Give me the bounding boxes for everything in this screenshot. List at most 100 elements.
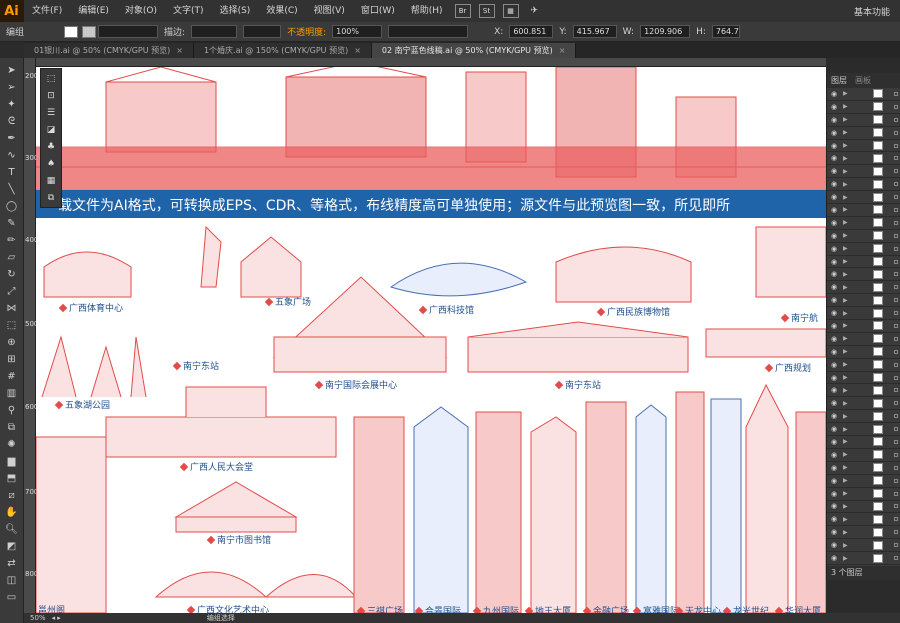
expand-arrow-icon[interactable]: ▶	[843, 503, 848, 510]
target-icon[interactable]	[894, 272, 898, 277]
expand-arrow-icon[interactable]: ▶	[843, 232, 848, 239]
ellipse-tool-icon[interactable]: ◯	[4, 199, 20, 214]
visibility-eye-icon[interactable]: ◉	[831, 425, 840, 433]
expand-arrow-icon[interactable]: ▶	[843, 529, 848, 536]
visibility-eye-icon[interactable]: ◉	[831, 528, 840, 536]
brush-dropdown[interactable]	[98, 25, 159, 38]
expand-arrow-icon[interactable]: ▶	[843, 335, 848, 342]
expand-arrow-icon[interactable]: ▶	[843, 464, 848, 471]
line-tool-icon[interactable]: ╲	[4, 182, 20, 197]
magic-wand-icon[interactable]: ✦	[4, 97, 20, 112]
target-icon[interactable]	[894, 298, 898, 303]
layer-row[interactable]: ◉ ▶	[827, 501, 900, 514]
eyedropper-icon[interactable]: ⚲	[4, 403, 20, 418]
layers-icon[interactable]: ⧉	[43, 191, 59, 205]
expand-arrow-icon[interactable]: ▶	[843, 361, 848, 368]
layer-row[interactable]: ◉ ▶	[827, 372, 900, 385]
target-icon[interactable]	[894, 414, 898, 419]
expand-arrow-icon[interactable]: ▶	[843, 374, 848, 381]
visibility-eye-icon[interactable]: ◉	[831, 386, 840, 394]
target-icon[interactable]	[894, 375, 898, 380]
visibility-eye-icon[interactable]: ◉	[831, 438, 840, 446]
menu-edit[interactable]: 编辑(E)	[70, 0, 117, 22]
layer-row[interactable]: ◉ ▶	[827, 152, 900, 166]
expand-arrow-icon[interactable]: ▶	[843, 284, 848, 291]
layer-row[interactable]: ◉ ▶	[827, 397, 900, 411]
visibility-eye-icon[interactable]: ◉	[831, 116, 840, 124]
expand-arrow-icon[interactable]: ▶	[843, 194, 848, 201]
curvature-icon[interactable]: ∿	[4, 148, 20, 163]
tab-doc-3[interactable]: 02 南宁蓝色线稿.ai @ 50% (CMYK/GPU 预览) ×	[371, 43, 577, 58]
layer-row[interactable]: ◉ ▶	[827, 230, 900, 243]
layer-row[interactable]: ◉ ▶	[827, 513, 900, 527]
x-input[interactable]: 600.851	[509, 25, 554, 38]
expand-arrow-icon[interactable]: ▶	[843, 310, 848, 317]
perspective-icon[interactable]: ⊞	[4, 352, 20, 367]
swap-colors-icon[interactable]: ⇄	[4, 556, 20, 571]
target-icon[interactable]	[894, 517, 898, 522]
layer-row[interactable]: ◉ ▶	[827, 88, 900, 101]
expand-arrow-icon[interactable]: ▶	[843, 155, 848, 162]
expand-arrow-icon[interactable]: ▶	[843, 516, 848, 523]
artboard-canvas[interactable]: 载文件为AI格式，可转换成EPS、CDR、等格式，布线精度高可单独使用；源文件与…	[36, 67, 826, 613]
layer-row[interactable]: ◉ ▶	[827, 436, 900, 449]
visibility-eye-icon[interactable]: ◉	[831, 322, 840, 330]
expand-arrow-icon[interactable]: ▶	[843, 426, 848, 433]
expand-arrow-icon[interactable]: ▶	[843, 116, 848, 123]
visibility-eye-icon[interactable]: ◉	[831, 283, 840, 291]
layer-row[interactable]: ◉ ▶	[827, 320, 900, 333]
expand-arrow-icon[interactable]: ▶	[843, 219, 848, 226]
align-icon[interactable]: ☰	[43, 106, 59, 120]
expand-arrow-icon[interactable]: ▶	[843, 129, 848, 136]
visibility-eye-icon[interactable]: ◉	[831, 335, 840, 343]
layer-row[interactable]: ◉ ▶	[827, 462, 900, 475]
free-transform-icon[interactable]: ⬚	[4, 318, 20, 333]
visibility-eye-icon[interactable]: ◉	[831, 142, 840, 150]
stroke-swatch[interactable]	[82, 25, 97, 38]
target-icon[interactable]	[894, 388, 898, 393]
target-icon[interactable]	[894, 543, 898, 548]
profile-dropdown[interactable]	[243, 25, 282, 38]
type-tool-icon[interactable]: T	[4, 165, 20, 180]
symbol-sprayer-icon[interactable]: ✺	[4, 437, 20, 452]
expand-arrow-icon[interactable]: ▶	[843, 206, 848, 213]
layer-row[interactable]: ◉ ▶	[827, 178, 900, 192]
layer-row[interactable]: ◉ ▶	[827, 127, 900, 140]
visibility-eye-icon[interactable]: ◉	[831, 270, 840, 278]
layer-row[interactable]: ◉ ▶	[827, 333, 900, 346]
visibility-eye-icon[interactable]: ◉	[831, 502, 840, 510]
target-icon[interactable]	[894, 452, 898, 457]
target-icon[interactable]	[894, 336, 898, 341]
target-icon[interactable]	[894, 195, 898, 200]
target-icon[interactable]	[894, 362, 898, 367]
tab-artboards[interactable]: 画板	[855, 75, 871, 86]
visibility-eye-icon[interactable]: ◉	[831, 258, 840, 266]
visibility-eye-icon[interactable]: ◉	[831, 193, 840, 201]
layer-row[interactable]: ◉ ▶	[827, 346, 900, 359]
target-icon[interactable]	[894, 143, 898, 148]
blend-icon[interactable]: ⧉	[4, 420, 20, 435]
expand-arrow-icon[interactable]: ▶	[843, 555, 848, 562]
fill-stroke-icon[interactable]: ◩	[4, 539, 20, 554]
mesh-icon[interactable]: #	[4, 369, 20, 384]
expand-arrow-icon[interactable]: ▶	[843, 181, 848, 188]
zoom-tool-icon[interactable]: 🔍︎	[4, 522, 20, 537]
swatches-icon[interactable]: ▦	[43, 174, 59, 188]
layer-row[interactable]: ◉ ▶	[827, 217, 900, 230]
layer-row[interactable]: ◉ ▶	[827, 384, 900, 398]
visibility-eye-icon[interactable]: ◉	[831, 103, 840, 111]
target-icon[interactable]	[894, 220, 898, 225]
visibility-eye-icon[interactable]: ◉	[831, 399, 840, 407]
slice-icon[interactable]: ⧄	[4, 488, 20, 503]
close-icon[interactable]: ×	[559, 46, 566, 55]
bridge-icon[interactable]: Br	[454, 4, 471, 18]
lasso-icon[interactable]: ᘓ	[4, 114, 20, 129]
menu-object[interactable]: 对象(O)	[117, 0, 165, 22]
layer-row[interactable]: ◉ ▶	[827, 256, 900, 269]
eraser-icon[interactable]: ▱	[4, 250, 20, 265]
layer-row[interactable]: ◉ ▶	[827, 423, 900, 437]
target-icon[interactable]	[894, 104, 898, 109]
select-icon[interactable]: ⬚	[43, 72, 59, 86]
menu-window[interactable]: 窗口(W)	[353, 0, 403, 22]
menu-effect[interactable]: 效果(C)	[258, 0, 305, 22]
